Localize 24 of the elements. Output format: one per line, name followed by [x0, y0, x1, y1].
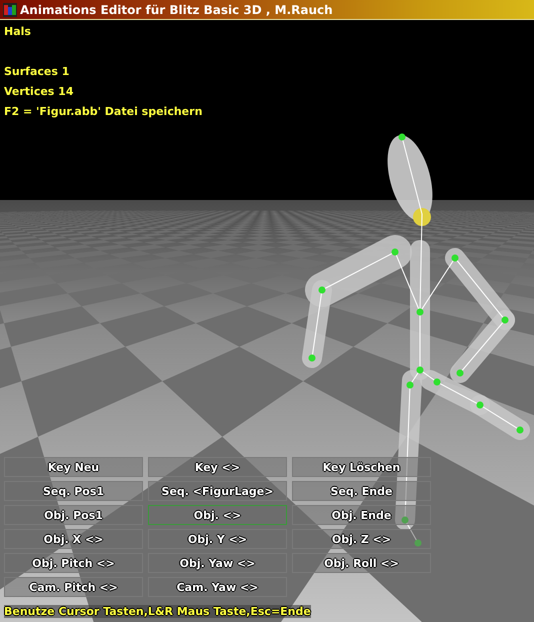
editor-button[interactable]: Obj. Y <> [148, 529, 287, 549]
editor-button[interactable]: Obj. Ende [292, 505, 431, 525]
editor-button[interactable]: Obj. X <> [4, 529, 143, 549]
editor-button[interactable]: Obj. Yaw <> [148, 553, 287, 573]
editor-button[interactable]: Obj. Roll <> [292, 553, 431, 573]
editor-button[interactable]: Cam. Pitch <> [4, 577, 143, 597]
object-name: Hals [4, 24, 31, 40]
editor-button[interactable]: Obj. Pos1 [4, 505, 143, 525]
info-line: Surfaces 1 [4, 64, 70, 80]
editor-button[interactable]: Key <> [148, 457, 287, 477]
editor-button[interactable]: Cam. Yaw <> [148, 577, 287, 597]
window-title: Animations Editor für Blitz Basic 3D , M.Rauch [20, 2, 333, 16]
editor-button[interactable]: Obj. Pitch <> [4, 553, 143, 573]
app-icon [3, 2, 17, 16]
editor-button[interactable]: Key Löschen [292, 457, 431, 477]
editor-button[interactable]: Obj. Z <> [292, 529, 431, 549]
help-text: Benutze Cursor Tasten,L&R Maus Taste,Esc=Ende [4, 605, 311, 618]
editor-button[interactable]: Seq. Ende [292, 481, 431, 501]
editor-button[interactable]: Obj. <> [148, 505, 287, 525]
info-line: F2 = 'Figur.abb' Datei speichern [4, 104, 202, 120]
info-line: Vertices 14 [4, 84, 74, 100]
editor-button[interactable]: Key Neu [4, 457, 143, 477]
editor-button[interactable]: Seq. <FigurLage> [148, 481, 287, 501]
editor-button[interactable]: Seq. Pos1 [4, 481, 143, 501]
